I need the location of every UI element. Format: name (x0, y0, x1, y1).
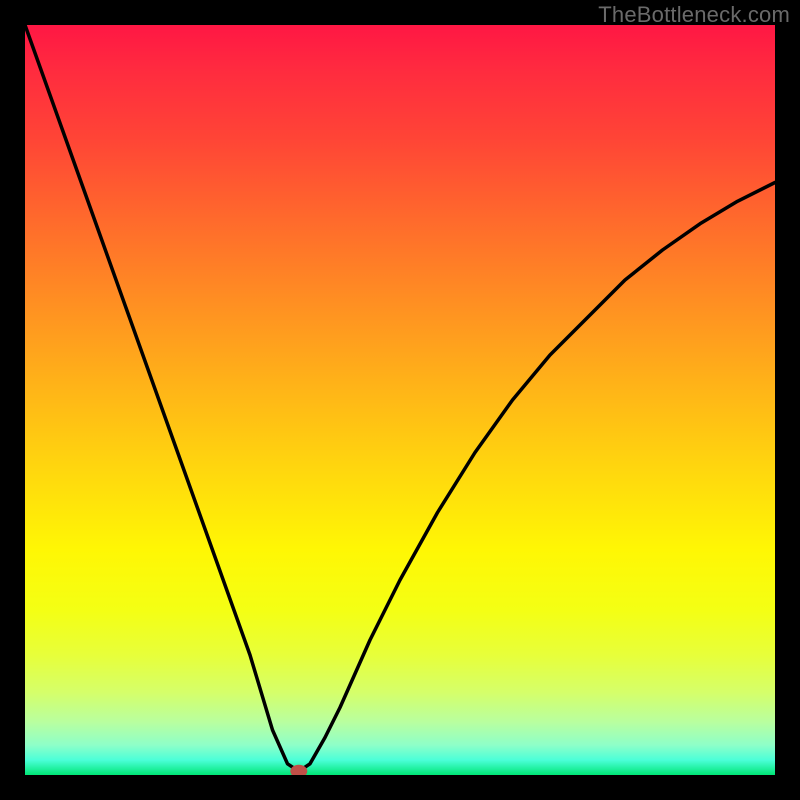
chart-svg (25, 25, 775, 775)
minimum-marker (291, 765, 307, 775)
bottleneck-curve (25, 25, 775, 771)
watermark-text: TheBottleneck.com (598, 2, 790, 28)
chart-frame (25, 25, 775, 775)
